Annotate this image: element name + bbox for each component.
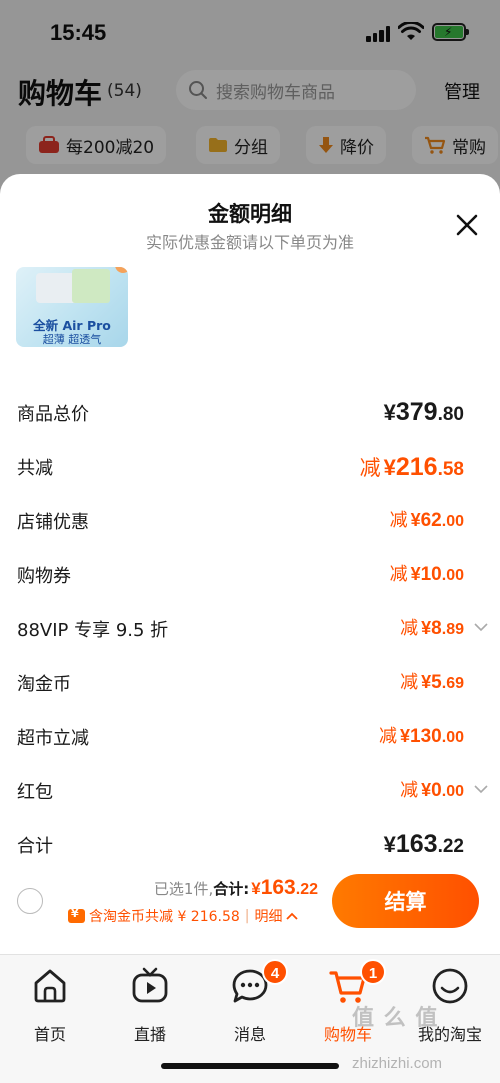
total-label: 合计: — [213, 880, 250, 898]
price-decimal: .58 — [437, 459, 464, 480]
price-prefix: 减 — [389, 510, 408, 531]
price-row-value: 减 ¥5.69 — [400, 668, 464, 694]
tab-badge: 4 — [262, 959, 288, 985]
price-integer: 130 — [410, 726, 442, 747]
chevron-down-icon[interactable] — [474, 622, 488, 632]
price-currency: ¥ — [383, 832, 396, 857]
price-row[interactable]: 88VIP 专享 9.5 折 减 ¥8.89 — [0, 614, 500, 644]
price-row: 购物券 减 ¥10.00 — [0, 560, 500, 590]
chevron-down-icon[interactable] — [474, 784, 488, 794]
price-row-value: 减 ¥130.00 — [379, 722, 464, 748]
price-row-value: ¥379.80 — [381, 398, 464, 427]
tab-home[interactable]: 首页 — [10, 967, 90, 1047]
price-row: 共减 减 ¥216.58 — [0, 452, 500, 482]
price-row-value: 减 ¥216.58 — [360, 452, 464, 482]
product-box-image — [72, 269, 110, 303]
price-decimal: .00 — [441, 783, 464, 800]
price-decimal: .00 — [441, 513, 464, 530]
price-row-value: 减 ¥8.89 — [400, 614, 464, 640]
select-all-radio[interactable] — [17, 888, 43, 914]
price-currency: ¥ — [400, 726, 411, 746]
tab-label: 消息 — [233, 1025, 266, 1044]
price-row-value: 减 ¥10.00 — [390, 560, 464, 586]
chevron-up-icon — [285, 912, 298, 920]
sheet-subtitle: 实际优惠金额请以下单页为准 — [145, 233, 354, 252]
tab-label: 首页 — [33, 1025, 66, 1044]
live-play-icon — [132, 967, 168, 1003]
price-row: 商品总价 ¥379.80 — [0, 398, 500, 428]
price-row: 店铺优惠 减 ¥62.00 — [0, 506, 500, 536]
price-prefix: 减 — [400, 672, 419, 693]
watermark-logo: 值 么 值 — [352, 1006, 439, 1031]
price-currency: ¥ — [410, 510, 421, 530]
price-row-label: 88VIP 专享 9.5 折 — [17, 620, 169, 641]
thumbnail-corner-tag — [115, 267, 128, 273]
divider: | — [244, 908, 250, 924]
price-row-label: 超市立减 — [17, 728, 89, 749]
total-currency: ¥ — [251, 879, 261, 898]
price-row: 淘金币 减 ¥5.69 — [0, 668, 500, 698]
price-prefix: 减 — [359, 456, 381, 480]
coin-icon — [68, 907, 85, 923]
price-detail-sheet: 金额明细 实际优惠金额请以下单页为准 全新 Air Pro 超薄 超透气 商品总… — [0, 174, 500, 954]
detail-toggle-label: 明细 — [254, 909, 283, 925]
tab-messages[interactable]: 4 消息 — [210, 959, 290, 1047]
price-row-label: 共减 — [17, 458, 53, 479]
sheet-title: 金额明细 — [208, 202, 292, 226]
price-decimal: .69 — [441, 675, 464, 692]
price-decimal: .89 — [441, 621, 464, 638]
price-integer: 8 — [431, 618, 442, 639]
price-prefix: 减 — [379, 726, 398, 747]
price-integer: 62 — [420, 510, 442, 531]
price-currency: ¥ — [383, 455, 396, 480]
close-icon[interactable] — [452, 210, 482, 240]
price-row-value: ¥163.22 — [381, 830, 464, 859]
price-integer: 0 — [431, 780, 442, 801]
tab-badge: 1 — [360, 959, 386, 985]
price-decimal: .80 — [437, 404, 464, 425]
price-row[interactable]: 红包 减 ¥0.00 — [0, 776, 500, 806]
price-row: 超市立减 减 ¥130.00 — [0, 722, 500, 752]
price-decimal: .00 — [441, 567, 464, 584]
coin-discount-note: 含淘金币共减 ¥ 216.58 | 明细 — [68, 906, 298, 926]
coin-note-text: 含淘金币共减 ¥ 216.58 — [89, 909, 240, 925]
price-row-label: 合计 — [17, 836, 53, 857]
price-currency: ¥ — [421, 780, 432, 800]
price-currency: ¥ — [410, 564, 421, 584]
price-integer: 216 — [395, 453, 438, 481]
price-row-label: 淘金币 — [17, 674, 71, 695]
selected-total: 已选1件, 合计: ¥ 163 .22 — [154, 876, 318, 900]
home-indicator[interactable] — [161, 1063, 339, 1069]
price-row-value: 减 ¥0.00 — [400, 776, 464, 802]
price-currency: ¥ — [383, 400, 396, 425]
price-currency: ¥ — [421, 618, 432, 638]
price-row-label: 店铺优惠 — [17, 512, 89, 533]
price-row-label: 商品总价 — [17, 404, 89, 425]
product-thumbnail[interactable]: 全新 Air Pro 超薄 超透气 — [16, 267, 128, 347]
selected-count: 已选1件, — [153, 880, 214, 898]
price-integer: 5 — [431, 672, 442, 693]
price-currency: ¥ — [421, 672, 432, 692]
thumbnail-subcaption: 超薄 超透气 — [42, 333, 102, 346]
detail-toggle-button[interactable]: 明细 — [255, 906, 298, 926]
watermark-url: zhizhizhi.com — [352, 1055, 443, 1072]
price-prefix: 减 — [400, 780, 419, 801]
price-integer: 379 — [395, 398, 438, 426]
checkout-button[interactable]: 结算 — [332, 874, 479, 928]
price-row-value: 减 ¥62.00 — [390, 506, 464, 532]
total-integer: 163 — [260, 876, 296, 899]
price-row-label: 红包 — [17, 782, 53, 803]
price-integer: 163 — [395, 830, 438, 858]
tab-label: 直播 — [133, 1025, 166, 1044]
total-decimal: .22 — [295, 881, 318, 898]
price-decimal: .22 — [437, 836, 464, 857]
tab-live[interactable]: 直播 — [110, 967, 190, 1047]
price-row-label: 购物券 — [17, 566, 71, 587]
price-decimal: .00 — [441, 729, 464, 746]
price-row: 合计 ¥163.22 — [0, 830, 500, 860]
home-icon — [34, 969, 66, 1003]
price-integer: 10 — [420, 564, 442, 585]
price-prefix: 减 — [389, 564, 408, 585]
price-prefix: 减 — [400, 618, 419, 639]
